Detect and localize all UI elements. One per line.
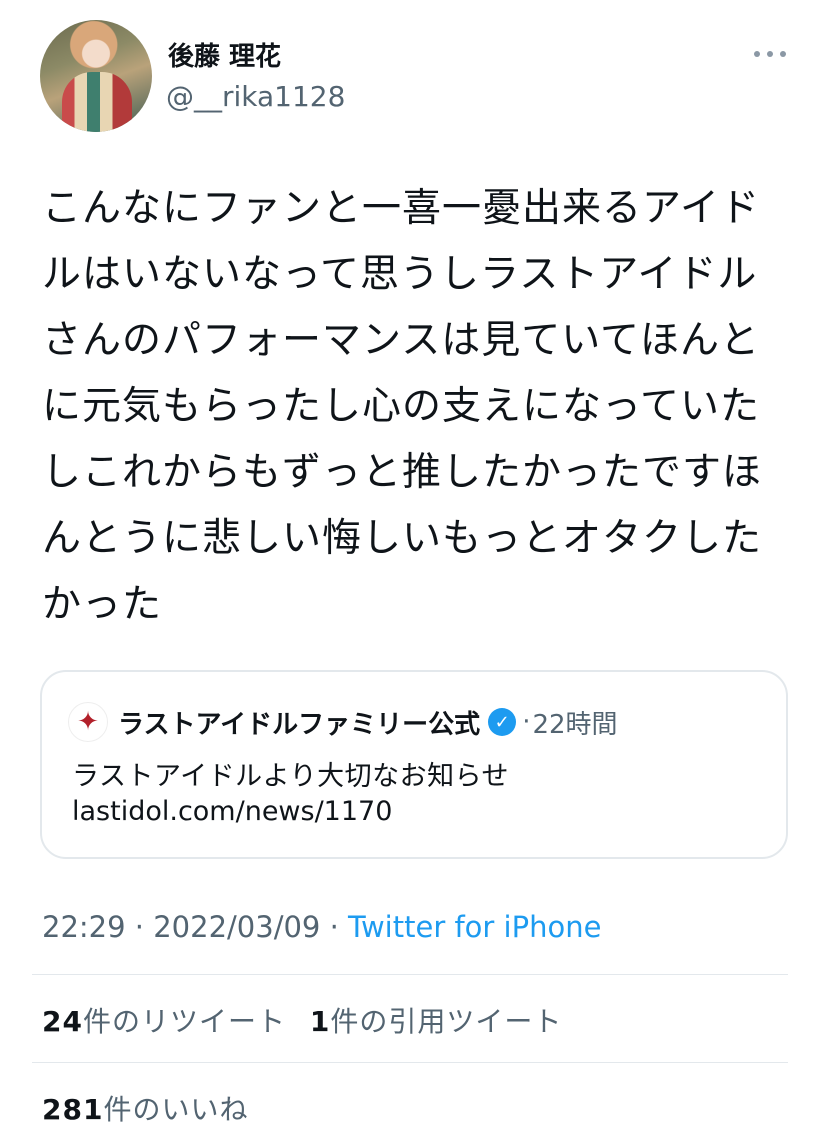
retweet-label: 件のリツイート (82, 1005, 286, 1038)
tweet-detail-page: 後藤 理花 @__rika1128 こんなにファンと一喜一憂出来るアイドルはいな… (0, 0, 828, 1146)
author-handle[interactable]: @__rika1128 (166, 80, 345, 113)
tweet-text: こんなにファンと一喜一憂出来るアイドルはいないなって思うしラストアイドルさんのパ… (42, 186, 763, 627)
quote-count: 1 (309, 1005, 331, 1038)
quoted-separator: · (522, 707, 531, 737)
tweet-date: 2022/03/09 (153, 910, 321, 944)
more-options-icon[interactable] (754, 44, 786, 64)
like-count: 281 (42, 1093, 104, 1126)
tweet-meta: 22:29 · 2022/03/09 · Twitter for iPhone (42, 910, 601, 944)
dot (754, 51, 760, 57)
author-display-name[interactable]: 後藤 理花 (168, 36, 281, 73)
verified-badge-icon: ✓ (488, 708, 517, 736)
likes-stat[interactable]: 281件のいいね (42, 1088, 248, 1128)
divider (32, 974, 788, 975)
like-label: 件のいいね (103, 1093, 249, 1126)
meta-separator: · (320, 910, 349, 944)
quote-label: 件の引用ツイート (330, 1005, 563, 1038)
retweet-count: 24 (42, 1005, 83, 1038)
author-avatar[interactable] (40, 20, 152, 132)
tweet-time: 22:29 (42, 910, 126, 944)
quoted-tweet-link[interactable]: lastidol.com/news/1170 (72, 796, 392, 827)
dot (780, 51, 786, 57)
quoted-tweet-card[interactable]: ✦ ラストアイドルファミリー公式 ✓ · 22時間 ラストアイドルより大切なお知… (40, 670, 788, 859)
quoted-tweet-header: ✦ ラストアイドルファミリー公式 ✓ · 22時間 (68, 702, 618, 742)
quoted-tweet-text: ラストアイドルより大切なお知らせ (72, 761, 510, 792)
engagement-stats: 24件のリツイート 1件の引用ツイート (42, 1000, 562, 1040)
tweet-source-link[interactable]: Twitter for iPhone (348, 910, 601, 944)
quoted-time-ago: 22時間 (532, 709, 618, 740)
meta-separator: · (125, 910, 154, 944)
quoted-account-name: ラストアイドルファミリー公式 (118, 709, 481, 740)
quotes-stat[interactable]: 1件の引用ツイート (310, 1005, 563, 1038)
dot (767, 51, 773, 57)
retweets-stat[interactable]: 24件のリツイート (42, 1005, 286, 1038)
avatar-photo-detail (62, 72, 132, 132)
quoted-account-avatar: ✦ (68, 702, 108, 742)
divider (32, 1062, 788, 1063)
